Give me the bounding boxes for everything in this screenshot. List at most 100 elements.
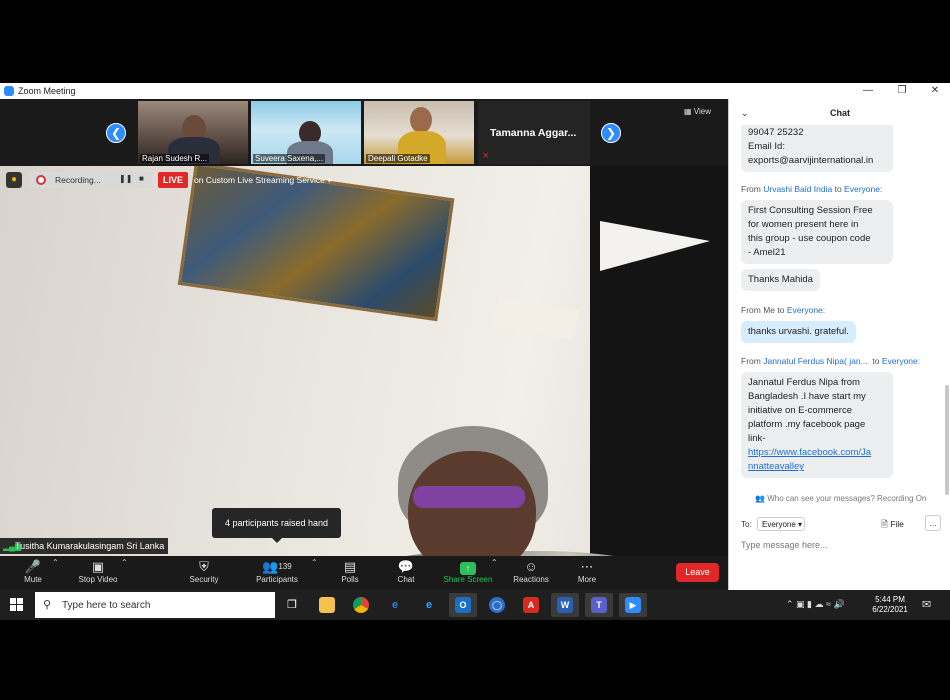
chat-message-header: From Urvashi Baid India to Everyone: — [741, 184, 882, 194]
task-view-icon[interactable]: ❐ — [278, 593, 306, 617]
shield-icon[interactable]: ● — [6, 172, 22, 188]
participants-button[interactable]: 👥139 Participants — [252, 558, 302, 584]
message-line: - Amel21 — [748, 247, 786, 258]
participant-name: Rajan Sudesh R... — [140, 154, 209, 163]
muted-mic-icon: ⨯ — [482, 150, 490, 160]
more-button[interactable]: ⋯ More — [572, 558, 602, 584]
taskbar-search[interactable]: ⚲ Type here to search — [35, 592, 275, 618]
sender-name[interactable]: Jannatul Ferdus Nipa( jan... — [763, 356, 867, 366]
chat-more-button[interactable]: ... — [925, 515, 941, 531]
participants-count: 139 — [278, 562, 292, 571]
chevron-left-icon: ❮ — [110, 126, 122, 140]
share-screen-button[interactable]: ↑ Share Screen — [440, 558, 496, 584]
share-options-caret[interactable]: ⌃ — [491, 558, 498, 567]
chat-message-header: From Jannatul Ferdus Nipa( jan... to Eve… — [741, 356, 920, 366]
reactions-label: Reactions — [513, 575, 549, 584]
internet-explorer-icon[interactable]: e — [415, 593, 443, 617]
recipient-select[interactable]: Everyone ▾ — [757, 517, 805, 531]
chat-button[interactable]: 💬 Chat — [390, 558, 422, 584]
who-can-see-label: Who can see your messages? Recording On — [767, 494, 927, 503]
video-camera-icon: ▣ — [91, 559, 105, 574]
message-line: this group - use coupon code — [748, 233, 871, 244]
pause-recording-icon[interactable]: ❚❚ — [119, 174, 132, 183]
reactions-button[interactable]: ☺ Reactions — [510, 558, 552, 584]
chat-message-bubble: 99047 25232 Email Id: exports@aarvijinte… — [741, 125, 893, 172]
live-badge[interactable]: LIVE — [158, 172, 188, 188]
taskbar-clock[interactable]: 5:44 PM 6/22/2021 — [870, 595, 910, 615]
leave-button[interactable]: Leave — [676, 563, 719, 582]
recipient-name[interactable]: Everyone: — [882, 356, 920, 366]
message-line: Bangladesh .I have start my — [748, 391, 866, 402]
participant-thumbnail[interactable]: Rajan Sudesh R... — [138, 101, 248, 164]
zoom-screen: Zoom Meeting — ❐ ✕ ❮ Rajan Sudesh R... S… — [0, 83, 950, 620]
view-button[interactable]: ▦ View — [684, 107, 711, 116]
teams-icon[interactable]: T — [585, 593, 613, 617]
mute-button[interactable]: 🎤 Mute — [16, 558, 50, 584]
chat-scrollbar[interactable] — [945, 385, 949, 495]
participants-label: Participants — [256, 575, 298, 584]
browser-icon[interactable]: ◯ — [483, 593, 511, 617]
participant-thumbnail[interactable]: Tamanna Aggar... ⨯ — [478, 101, 590, 164]
participant-name: Suveera Saxena,... — [253, 154, 326, 163]
stream-label: on Custom Live Streaming Service — [194, 175, 325, 185]
record-icon — [36, 175, 46, 185]
participants-options-caret[interactable]: ⌃ — [311, 558, 318, 567]
zoom-logo-icon — [4, 86, 14, 96]
sender-name[interactable]: Urvashi Baid India — [763, 184, 832, 194]
windows-start-button[interactable] — [10, 598, 24, 612]
recipient-name[interactable]: Everyone: — [844, 184, 882, 194]
stop-recording-icon[interactable]: ■ — [139, 174, 144, 183]
message-line: platform .my facebook page — [748, 419, 866, 430]
participant-thumbnail[interactable]: Suveera Saxena,... — [251, 101, 361, 164]
participant-thumbnail[interactable]: Deepali Gotadke — [364, 101, 474, 164]
chat-message-header: From Me to Everyone: — [741, 305, 825, 315]
to-label: to — [834, 184, 842, 194]
restore-icon[interactable]: ❐ — [895, 85, 909, 96]
polls-icon: ▤ — [343, 559, 357, 574]
facebook-link[interactable]: https://www.facebook.com/Ja — [748, 446, 886, 460]
stream-status[interactable]: on Custom Live Streaming Service ▾ — [194, 175, 332, 186]
next-page-button[interactable]: ❯ — [601, 123, 621, 143]
file-button[interactable]: 🗎 File — [881, 519, 904, 533]
stop-video-button[interactable]: ▣ Stop Video — [72, 558, 124, 584]
outlook-icon[interactable]: O — [449, 593, 477, 617]
chrome-icon[interactable] — [347, 593, 375, 617]
security-button[interactable]: ⛨ Security — [184, 558, 224, 584]
video-light — [600, 221, 710, 271]
reactions-icon: ☺ — [524, 559, 538, 574]
chat-message-input[interactable] — [739, 536, 943, 554]
prev-page-button[interactable]: ❮ — [106, 123, 126, 143]
minimize-icon[interactable]: — — [861, 85, 875, 96]
edge-icon[interactable]: e — [381, 593, 409, 617]
zoom-taskbar-icon[interactable]: ▶ — [619, 593, 647, 617]
search-icon: ⚲ — [43, 599, 52, 611]
chat-title: Chat — [830, 108, 850, 118]
meeting-area: ❮ Rajan Sudesh R... Suveera Saxena,... D… — [0, 99, 728, 590]
chat-message-bubble: Jannatul Ferdus Nipa from Bangladesh .I … — [741, 372, 893, 478]
chat-label: Chat — [397, 575, 415, 584]
system-tray[interactable]: ⌃ ▣ ▮ ☁ ≈ 🔊 — [786, 599, 845, 610]
audio-options-caret[interactable]: ⌃ — [52, 558, 59, 567]
facebook-link[interactable]: nnatteavalley — [748, 460, 886, 474]
acrobat-icon[interactable]: A — [517, 593, 545, 617]
message-line: initiative on E-commerce — [748, 405, 853, 416]
from-label: From — [741, 184, 761, 194]
recipient-name[interactable]: Everyone: — [787, 305, 825, 315]
title-bar: Zoom Meeting — ❐ ✕ — [0, 83, 950, 99]
microphone-icon: 🎤 — [24, 559, 42, 574]
file-explorer-icon[interactable] — [313, 593, 341, 617]
meeting-toolbar: 🎤 Mute ⌃ ▣ Stop Video ⌃ ⛨ Security 👥139 … — [0, 556, 728, 590]
close-icon[interactable]: ✕ — [928, 85, 942, 96]
mute-label: Mute — [24, 575, 42, 584]
security-label: Security — [189, 575, 219, 584]
raised-hand-tooltip: 4 participants raised hand — [212, 508, 341, 543]
notifications-icon[interactable]: ✉ — [922, 598, 931, 611]
message-line: Jannatul Ferdus Nipa from — [748, 377, 860, 388]
chat-messages[interactable]: 99047 25232 Email Id: exports@aarvijinte… — [729, 125, 950, 495]
wall-switch — [493, 296, 579, 340]
signal-bars-icon: ▂▄▆ — [3, 542, 21, 551]
video-options-caret[interactable]: ⌃ — [121, 558, 128, 567]
word-icon[interactable]: W — [551, 593, 579, 617]
who-can-see-notice[interactable]: 👥 Who can see your messages? Recording O… — [755, 494, 926, 503]
polls-button[interactable]: ▤ Polls — [334, 558, 366, 584]
